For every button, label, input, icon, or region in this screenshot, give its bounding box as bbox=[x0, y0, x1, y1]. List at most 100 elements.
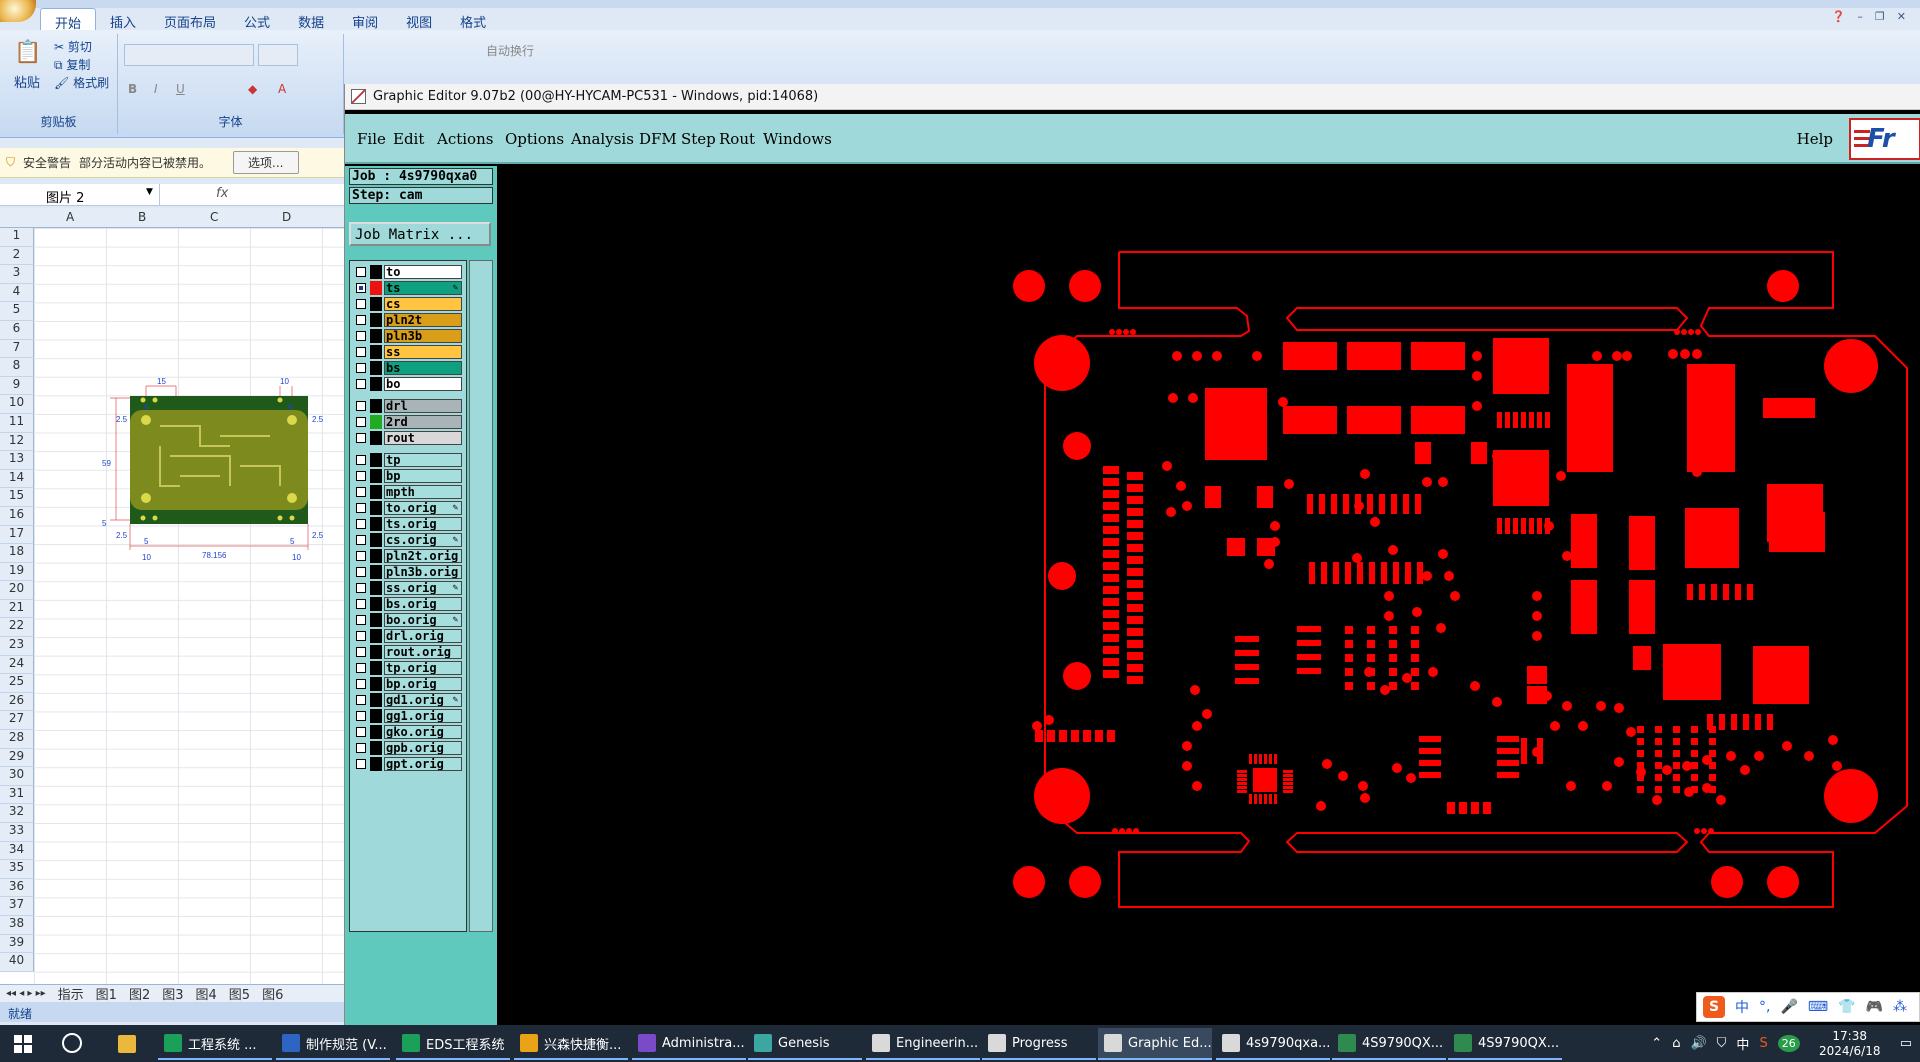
layer-checkbox[interactable] bbox=[356, 471, 366, 481]
layer-checkbox[interactable] bbox=[356, 519, 366, 529]
layer-checkbox[interactable] bbox=[356, 417, 366, 427]
row-header[interactable]: 34 bbox=[0, 841, 34, 861]
layer-row[interactable]: bo bbox=[352, 377, 464, 391]
format-painter-button[interactable]: 🖌 格式刷 bbox=[54, 74, 109, 91]
close-icon[interactable]: ✕ bbox=[1897, 10, 1906, 23]
layer-name[interactable]: tp bbox=[384, 453, 462, 467]
layer-color-swatch[interactable] bbox=[370, 629, 382, 643]
layer-name[interactable]: rout.orig bbox=[384, 645, 462, 659]
taskbar-item[interactable]: 4S9790QX... bbox=[1332, 1028, 1446, 1060]
row-header[interactable]: 13 bbox=[0, 451, 34, 470]
layer-name[interactable]: to bbox=[384, 265, 462, 279]
sogou-tray-icon[interactable]: S bbox=[1759, 1036, 1767, 1051]
layer-color-swatch[interactable] bbox=[370, 549, 382, 563]
ribbon-tab[interactable]: 视图 bbox=[392, 8, 446, 31]
sheet-tab[interactable]: 图2 bbox=[129, 984, 150, 1003]
layer-name[interactable]: drl bbox=[384, 399, 462, 413]
layer-checkbox[interactable] bbox=[356, 401, 366, 411]
layer-row[interactable]: drl.orig bbox=[352, 629, 464, 643]
ribbon-tab[interactable]: 格式 bbox=[446, 8, 500, 31]
chevron-up-icon[interactable]: ⌃ bbox=[1651, 1036, 1662, 1051]
layer-checkbox[interactable] bbox=[356, 503, 366, 513]
gamepad-icon[interactable]: 🎮 bbox=[1866, 999, 1883, 1015]
punctuation-icon[interactable]: °, bbox=[1759, 999, 1770, 1015]
ime-indicator[interactable]: 中 bbox=[1736, 1034, 1749, 1053]
layer-name[interactable]: cs.orig ✎ bbox=[384, 533, 462, 547]
layer-row[interactable]: drl bbox=[352, 399, 464, 413]
row-header[interactable]: 16 bbox=[0, 506, 34, 526]
ge-title-bar[interactable]: Graphic Editor 9.07b2 (00@HY-HYCAM-PC531… bbox=[345, 84, 1920, 110]
layer-row[interactable]: mpth bbox=[352, 485, 464, 499]
menu-windows[interactable]: Windows bbox=[763, 130, 832, 148]
ribbon-tab[interactable]: 数据 bbox=[284, 8, 338, 31]
layer-checkbox[interactable] bbox=[356, 535, 366, 545]
layer-checkbox[interactable] bbox=[356, 551, 366, 561]
volume-icon[interactable]: 🔊 bbox=[1690, 1036, 1706, 1051]
layer-color-swatch[interactable] bbox=[370, 677, 382, 691]
row-header[interactable]: 29 bbox=[0, 748, 34, 768]
layer-name[interactable]: mpth bbox=[384, 485, 462, 499]
layer-color-swatch[interactable] bbox=[370, 329, 382, 343]
layer-name[interactable]: ts.orig bbox=[384, 517, 462, 531]
bold-icon[interactable]: B bbox=[128, 82, 137, 96]
shield-tray-icon[interactable]: ⛉ bbox=[1717, 1036, 1727, 1051]
layer-row[interactable]: cs.orig ✎ bbox=[352, 533, 464, 547]
row-header[interactable]: 18 bbox=[0, 544, 34, 563]
clock[interactable]: 17:38 2024/6/18 bbox=[1810, 1029, 1890, 1059]
menu-dfm[interactable]: DFM bbox=[639, 130, 677, 148]
taskbar-item[interactable]: 兴森快捷衡... bbox=[514, 1028, 628, 1060]
copy-button[interactable]: ⧉ 复制 bbox=[54, 56, 90, 73]
layer-row[interactable]: bs.orig bbox=[352, 597, 464, 611]
layer-row[interactable]: gko.orig bbox=[352, 725, 464, 739]
layer-row[interactable]: ts.orig bbox=[352, 517, 464, 531]
menu-help[interactable]: Help bbox=[1797, 130, 1833, 148]
layer-checkbox[interactable] bbox=[356, 567, 366, 577]
ime-mode[interactable]: 中 bbox=[1735, 997, 1749, 1017]
network-icon[interactable]: ⌂ bbox=[1672, 1036, 1680, 1051]
layer-list-scrollbar[interactable] bbox=[469, 260, 493, 932]
layer-row[interactable]: tp.orig bbox=[352, 661, 464, 675]
row-header[interactable]: 20 bbox=[0, 581, 34, 600]
paste-button[interactable]: 粘贴 bbox=[14, 72, 40, 91]
layer-checkbox[interactable] bbox=[356, 299, 366, 309]
column-header[interactable]: D bbox=[282, 210, 291, 224]
skin-icon[interactable]: 👕 bbox=[1838, 999, 1855, 1015]
row-header[interactable]: 37 bbox=[0, 897, 34, 916]
layer-name[interactable]: pln3b.orig bbox=[384, 565, 462, 579]
layer-color-swatch[interactable] bbox=[370, 581, 382, 595]
start-icon[interactable] bbox=[14, 1035, 32, 1053]
layer-color-swatch[interactable] bbox=[370, 661, 382, 675]
layer-color-swatch[interactable] bbox=[370, 399, 382, 413]
layer-color-swatch[interactable] bbox=[370, 485, 382, 499]
layer-color-swatch[interactable] bbox=[370, 469, 382, 483]
column-header[interactable]: B bbox=[138, 210, 146, 224]
name-box[interactable]: 图片 2 bbox=[0, 184, 160, 206]
notification-badge[interactable]: 26 bbox=[1777, 1035, 1800, 1052]
layer-name[interactable]: 2rd bbox=[384, 415, 462, 429]
layer-color-swatch[interactable] bbox=[370, 709, 382, 723]
row-header[interactable]: 12 bbox=[0, 432, 34, 452]
row-header[interactable]: 10 bbox=[0, 395, 34, 414]
sheet-tab[interactable]: 图3 bbox=[162, 984, 183, 1003]
layer-checkbox[interactable] bbox=[356, 331, 366, 341]
font-color-icon[interactable]: A bbox=[278, 82, 286, 96]
pcb-layout-view[interactable] bbox=[497, 166, 1920, 1025]
layer-color-swatch[interactable] bbox=[370, 533, 382, 547]
row-header[interactable]: 36 bbox=[0, 878, 34, 898]
ribbon-tab[interactable]: 开始 bbox=[40, 8, 97, 32]
layer-color-swatch[interactable] bbox=[370, 565, 382, 579]
layer-checkbox[interactable] bbox=[356, 759, 366, 769]
fill-color-icon[interactable]: ◆ bbox=[248, 82, 257, 96]
layer-row[interactable]: rout bbox=[352, 431, 464, 445]
layer-checkbox[interactable] bbox=[356, 695, 366, 705]
row-header[interactable]: 30 bbox=[0, 767, 34, 786]
row-header[interactable]: 3 bbox=[0, 265, 34, 284]
taskbar-item[interactable]: Graphic Ed... bbox=[1098, 1028, 1212, 1060]
layer-checkbox[interactable] bbox=[356, 743, 366, 753]
file-explorer-button[interactable] bbox=[112, 1028, 142, 1060]
layer-color-swatch[interactable] bbox=[370, 741, 382, 755]
layer-row[interactable]: bp.orig bbox=[352, 677, 464, 691]
menu-analysis[interactable]: Analysis bbox=[571, 130, 634, 148]
layer-checkbox[interactable] bbox=[356, 487, 366, 497]
layer-color-swatch[interactable] bbox=[370, 613, 382, 627]
